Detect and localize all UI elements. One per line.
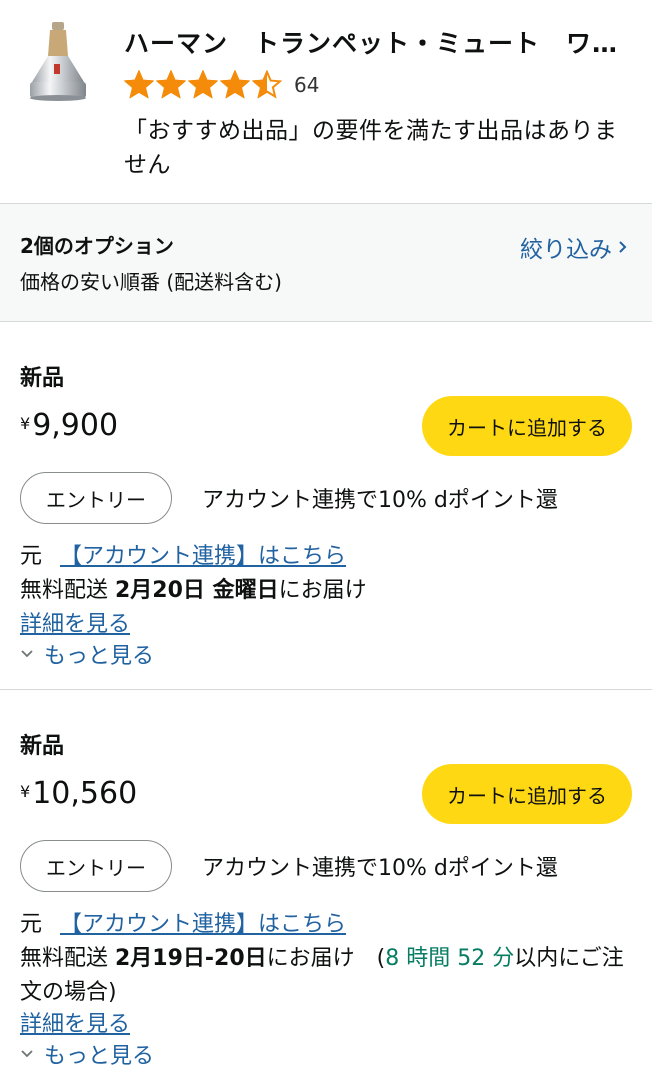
promo-text-continued: 元 (20, 544, 43, 569)
delivery-prefix: 無料配送 (20, 578, 115, 603)
star-full-icon (188, 70, 218, 99)
review-count[interactable]: 64 (294, 73, 319, 97)
promo-line: 元 【アカウント連携】はこちら (20, 538, 346, 570)
show-more-link[interactable]: もっと見る (20, 638, 154, 670)
promo-line: 元 【アカウント連携】はこちら (20, 906, 346, 938)
star-half-icon (252, 70, 282, 99)
account-link[interactable]: 【アカウント連携】はこちら (60, 906, 346, 938)
offer-card: 新品 ¥ 9,900 カートに追加する エントリー アカウント連携で10% dポ… (0, 322, 652, 690)
filter-label: 絞り込み (520, 237, 612, 263)
show-more-label: もっと見る (44, 1044, 155, 1069)
show-more-link[interactable]: もっと見る (20, 1038, 154, 1070)
promo-text: アカウント連携で10% dポイント還 (202, 488, 558, 513)
show-more-label: もっと見る (44, 644, 155, 669)
offer-price: ¥ 9,900 (20, 408, 118, 443)
chevron-right-icon (619, 241, 627, 253)
entry-button[interactable]: エントリー (20, 840, 172, 892)
chevron-down-icon (21, 650, 33, 658)
chevron-down-icon (21, 1050, 33, 1058)
offer-condition: 新品 (20, 366, 65, 391)
details-link[interactable]: 詳細を見る (20, 606, 130, 638)
product-title[interactable]: ハーマン トランペット・ミュート ワ… (124, 24, 624, 60)
delivery-suffix: にお届け ( (266, 946, 386, 971)
entry-button[interactable]: エントリー (20, 472, 172, 524)
price-value: 9,900 (32, 408, 119, 443)
offer-condition: 新品 (20, 734, 65, 759)
featured-offer-notice: 「おすすめ出品」の要件を満たす出品はありません (124, 118, 618, 178)
offer-listing-page: ハーマン トランペット・ミュート ワ… 64 「おすすめ出品」の要件を満たす出品… (0, 0, 652, 1080)
sort-description: 価格の安い順番 (配送料含む) (20, 270, 282, 294)
star-full-icon (124, 70, 154, 99)
delivery-date: 2月20日 金曜日 (115, 578, 279, 603)
delivery-info: 無料配送 2月19日-20日にお届け (8 時間 52 分以内にご注文の場合) (20, 942, 635, 1010)
star-rating (124, 70, 282, 100)
add-to-cart-button[interactable]: カートに追加する (422, 396, 632, 456)
currency-symbol: ¥ (20, 414, 31, 433)
delivery-info: 無料配送 2月20日 金曜日にお届け (20, 574, 635, 608)
product-header: ハーマン トランペット・ミュート ワ… 64 「おすすめ出品」の要件を満たす出品… (0, 0, 652, 204)
product-thumbnail[interactable] (26, 20, 90, 102)
add-to-cart-button[interactable]: カートに追加する (422, 764, 632, 824)
details-link[interactable]: 詳細を見る (20, 1006, 130, 1038)
currency-symbol: ¥ (20, 782, 31, 801)
promo-text: アカウント連携で10% dポイント還 (202, 856, 558, 881)
star-full-icon (220, 70, 250, 99)
filter-link[interactable]: 絞り込み (520, 230, 630, 264)
promo-text-continued: 元 (20, 912, 43, 937)
order-countdown: 8 時間 52 分 (385, 946, 515, 971)
rating-row[interactable]: 64 (124, 68, 319, 102)
delivery-suffix: にお届け (278, 578, 367, 603)
star-full-icon (156, 70, 186, 99)
delivery-prefix: 無料配送 (20, 946, 115, 971)
offer-card: 新品 ¥ 10,560 カートに追加する エントリー アカウント連携で10% d… (0, 690, 652, 1080)
options-count: 2個のオプション (20, 234, 174, 258)
account-link[interactable]: 【アカウント連携】はこちら (60, 538, 346, 570)
delivery-date: 2月19日-20日 (115, 946, 267, 971)
price-value: 10,560 (32, 776, 138, 811)
offer-price: ¥ 10,560 (20, 776, 137, 811)
